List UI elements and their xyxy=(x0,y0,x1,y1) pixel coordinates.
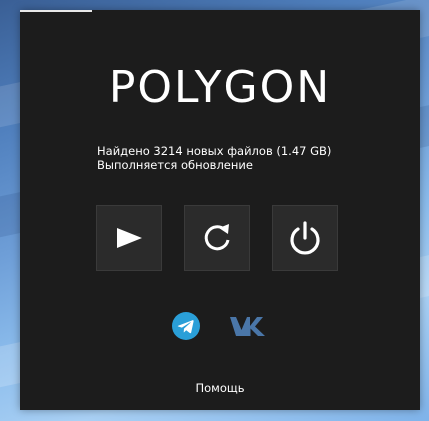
refresh-button[interactable] xyxy=(184,205,250,271)
vk-icon xyxy=(230,317,265,336)
play-button[interactable] xyxy=(96,205,162,271)
telegram-icon xyxy=(172,312,200,340)
status-updating: Выполняется обновление xyxy=(97,158,253,172)
vk-link[interactable] xyxy=(228,314,268,342)
play-icon xyxy=(117,228,142,248)
social-links xyxy=(172,312,268,344)
power-icon xyxy=(290,221,320,255)
status-files-found: Найдено 3214 новых файлов (1.47 GB) xyxy=(97,144,332,158)
action-buttons xyxy=(96,205,338,271)
update-status: Найдено 3214 новых файлов (1.47 GB) Выпо… xyxy=(97,144,331,172)
telegram-link[interactable] xyxy=(172,312,200,344)
launcher-window: POLYGON Найдено 3214 новых файлов (1.47 … xyxy=(20,10,420,410)
power-button[interactable] xyxy=(272,205,338,271)
update-progress-fill xyxy=(20,10,92,12)
refresh-icon xyxy=(204,224,230,251)
help-link[interactable]: Помощь xyxy=(20,381,420,395)
app-logo: POLYGON xyxy=(108,62,332,113)
update-progress-bar xyxy=(20,10,420,12)
